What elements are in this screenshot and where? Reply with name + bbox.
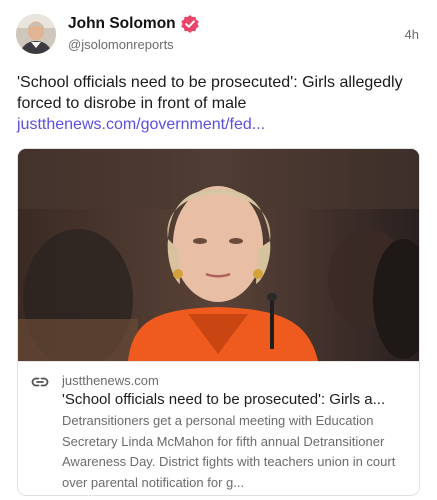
author-name[interactable]: John Solomon (68, 15, 176, 33)
link-icon (31, 377, 49, 387)
verified-badge-icon (180, 14, 200, 34)
post-text: 'School officials need to be prosecuted'… (17, 74, 403, 112)
post: John Solomon @jsolomonreports 4h 'School… (0, 0, 437, 500)
author-handle[interactable]: @jsolomonreports (68, 37, 174, 52)
link-preview-card[interactable]: justthenews.com 'School officials need t… (17, 148, 420, 496)
article-photo (18, 149, 419, 361)
post-link[interactable]: justthenews.com/government/fed... (17, 114, 265, 135)
card-title[interactable]: 'School officials need to be prosecuted'… (62, 390, 406, 409)
author-avatar[interactable] (16, 14, 56, 54)
avatar-photo (16, 14, 56, 54)
card-domain: justthenews.com (62, 373, 159, 388)
card-body: justthenews.com 'School officials need t… (18, 361, 419, 495)
post-timestamp[interactable]: 4h (405, 27, 419, 42)
card-description: Detransitioners get a personal meeting w… (62, 413, 396, 490)
